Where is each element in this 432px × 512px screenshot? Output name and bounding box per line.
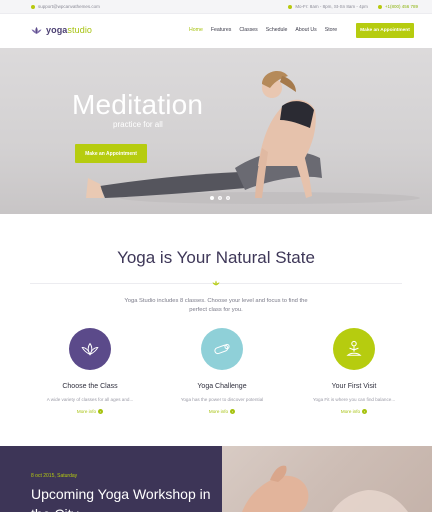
event-date: 8 oct 2015, Saturday [31,473,78,479]
yoga-pose-illustration [86,70,420,204]
feature-name: Choose the Class [62,383,118,390]
feature-choose-class: Choose the Class A wide variety of class… [40,328,140,414]
hero-subtitle: practice for all [113,120,163,129]
arrow-right-icon: › [362,409,368,414]
more-info-label[interactable]: More info [77,409,96,414]
feature-text: Yoga has the power to discover potential [180,397,264,402]
location-icon [31,4,35,9]
feature-more-link[interactable]: More info › [172,409,272,414]
meditating-hands-illustration [242,465,408,512]
feature-more-link[interactable]: More info › [40,409,140,414]
divider-lotus-icon [212,280,220,286]
yoga-mat-icon [214,343,230,355]
slider-dot-3[interactable] [226,196,230,200]
nav-home[interactable]: Home [185,27,207,33]
nav-features[interactable]: Features [207,27,235,33]
contact-phone[interactable]: +1(800) 456 789 [377,4,418,9]
nav-about-us[interactable]: About Us [291,27,320,33]
feature-text: A wide variety of classes for all ages a… [46,397,134,402]
logo-accent: studio [67,25,93,35]
contact-phone-text[interactable]: +1(800) 456 789 [385,4,418,9]
logo-text: yogastudio [46,25,92,35]
lotus-logo-icon [31,26,42,34]
site-logo[interactable]: yogastudio [31,25,92,35]
slider-dot-2[interactable] [218,196,222,200]
feature-circle [333,328,375,370]
hero-appointment-button[interactable]: Make an Appointment [75,144,147,163]
site-header: yogastudio Home Features Classes Schedul… [0,14,432,48]
section-title: Yoga is Your Natural State [117,248,315,267]
more-info-label[interactable]: More info [209,409,228,414]
feature-name: Yoga Challenge [197,383,247,390]
event-title[interactable]: Upcoming Yoga Workshop in the City [31,484,221,512]
phone-icon [377,4,382,9]
arrow-right-icon: › [230,409,236,414]
feature-yoga-challenge: Yoga Challenge Yoga has the power to dis… [172,328,272,414]
feature-text: Yoga Fit is where you can find balance..… [312,397,396,402]
contact-email[interactable]: support@wpcanvathemes.com [31,4,100,9]
meditation-icon [346,340,362,356]
arrow-right-icon: › [98,409,104,414]
opening-hours-text: Mo-Fr: 8am - 8pm, St-Sn 8am - 4pm [295,4,368,9]
header-appointment-button[interactable]: Make an Appointment [356,23,414,38]
more-info-label[interactable]: More info [341,409,360,414]
hero-title: Meditation [72,89,204,120]
section-description: Yoga Studio includes 8 classes. Choose y… [124,298,308,313]
event-image [222,446,432,512]
feature-circle [69,328,111,370]
feature-more-link[interactable]: More info › [304,409,404,414]
nav-store[interactable]: Store [321,27,341,33]
lotus-icon [81,342,99,356]
slider-pagination [210,196,230,200]
top-info-bar: support@wpcanvathemes.com Mo-Fr: 8am - 8… [0,0,432,14]
nav-classes[interactable]: Classes [235,27,261,33]
logo-main: yoga [46,25,68,35]
feature-first-visit: Your First Visit Yoga Fit is where you c… [304,328,404,414]
contact-email-text[interactable]: support@wpcanvathemes.com [38,4,100,9]
feature-name: Your First Visit [331,383,377,390]
opening-hours: Mo-Fr: 8am - 8pm, St-Sn 8am - 4pm [288,4,368,9]
nav-schedule[interactable]: Schedule [262,27,292,33]
hero-slider: Meditation practice for all Make an Appo… [0,48,432,214]
feature-circle [201,328,243,370]
main-nav: Home Features Classes Schedule About Us … [185,27,341,33]
slider-dot-1[interactable] [210,196,214,200]
clock-icon [288,4,293,9]
